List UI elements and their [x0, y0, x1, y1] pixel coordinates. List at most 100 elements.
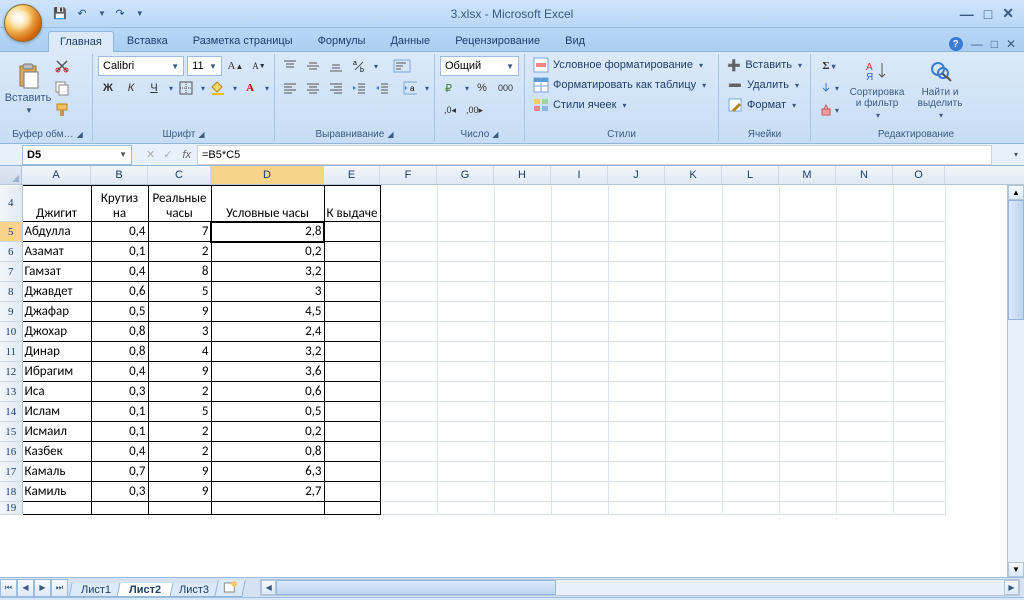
increase-decimal-icon[interactable]: ,0◂: [440, 100, 460, 120]
undo-icon[interactable]: ↶: [74, 6, 90, 22]
cell[interactable]: Исмаил: [22, 422, 91, 442]
cell[interactable]: [893, 262, 945, 282]
cell[interactable]: [779, 186, 836, 222]
cell[interactable]: [779, 462, 836, 482]
row-header[interactable]: 12: [0, 362, 22, 382]
cell[interactable]: [665, 462, 722, 482]
cell[interactable]: 0,3: [91, 382, 148, 402]
cell[interactable]: [836, 402, 893, 422]
cell[interactable]: 2: [148, 422, 211, 442]
cell[interactable]: [324, 382, 380, 402]
cell[interactable]: [211, 502, 324, 515]
cell[interactable]: Камаль: [22, 462, 91, 482]
cell[interactable]: Условные часы: [211, 186, 324, 222]
cell[interactable]: [722, 362, 779, 382]
cell[interactable]: [893, 422, 945, 442]
cell[interactable]: Джафар: [22, 302, 91, 322]
cell[interactable]: [494, 282, 551, 302]
cell[interactable]: [437, 382, 494, 402]
cell[interactable]: [380, 402, 437, 422]
cell[interactable]: [893, 402, 945, 422]
font-color-dropdown-icon[interactable]: ▾: [265, 84, 269, 93]
cell[interactable]: [437, 402, 494, 422]
borders-dropdown-icon[interactable]: ▾: [201, 84, 205, 93]
column-header-H[interactable]: H: [494, 166, 551, 184]
redo-icon[interactable]: ↷: [112, 6, 128, 22]
cell[interactable]: [836, 342, 893, 362]
cell[interactable]: [608, 482, 665, 502]
cell[interactable]: 0,4: [91, 442, 148, 462]
cell[interactable]: Джигит: [22, 186, 91, 222]
cell[interactable]: Иса: [22, 382, 91, 402]
cell[interactable]: [324, 482, 380, 502]
cell[interactable]: 0,3: [91, 482, 148, 502]
cell[interactable]: [437, 302, 494, 322]
tab-home[interactable]: Главная: [48, 31, 114, 52]
doc-restore-button[interactable]: □: [991, 37, 998, 51]
underline-button[interactable]: Ч: [144, 78, 164, 98]
cell[interactable]: 9: [148, 482, 211, 502]
undo-dropdown-icon[interactable]: ▼: [98, 9, 106, 18]
column-header-E[interactable]: E: [324, 166, 380, 184]
cell[interactable]: Крутиз на: [91, 186, 148, 222]
column-header-D[interactable]: D: [211, 166, 324, 184]
cell[interactable]: [380, 502, 437, 515]
find-select-button[interactable]: Найти и выделить▾: [912, 55, 968, 122]
cell[interactable]: 3,6: [211, 362, 324, 382]
cell[interactable]: [608, 362, 665, 382]
cell[interactable]: [494, 462, 551, 482]
cell[interactable]: [665, 402, 722, 422]
cell[interactable]: К выдаче: [324, 186, 380, 222]
row-header[interactable]: 19: [0, 502, 22, 515]
cell[interactable]: 0,4: [91, 262, 148, 282]
cell[interactable]: [380, 282, 437, 302]
cell[interactable]: [722, 322, 779, 342]
cell[interactable]: [779, 262, 836, 282]
select-all-button[interactable]: [0, 166, 22, 184]
cell[interactable]: [722, 222, 779, 242]
cell[interactable]: [551, 242, 608, 262]
cell[interactable]: [722, 442, 779, 462]
row-header[interactable]: 4: [0, 186, 22, 222]
cell[interactable]: [608, 442, 665, 462]
cell[interactable]: [893, 342, 945, 362]
cell[interactable]: [324, 242, 380, 262]
cell[interactable]: [380, 302, 437, 322]
cell[interactable]: [437, 322, 494, 342]
cell[interactable]: [494, 482, 551, 502]
cell[interactable]: [608, 402, 665, 422]
cell[interactable]: 3: [211, 282, 324, 302]
cell[interactable]: [665, 222, 722, 242]
cell[interactable]: 2: [148, 382, 211, 402]
cell[interactable]: Камиль: [22, 482, 91, 502]
cell[interactable]: [494, 242, 551, 262]
save-icon[interactable]: 💾: [52, 6, 68, 22]
font-family-combo[interactable]: Calibri▼: [98, 56, 184, 76]
cell[interactable]: 0,1: [91, 242, 148, 262]
cell[interactable]: 9: [148, 362, 211, 382]
cell[interactable]: [551, 262, 608, 282]
hscroll-thumb[interactable]: [276, 580, 556, 595]
cell[interactable]: [551, 462, 608, 482]
cell[interactable]: [722, 302, 779, 322]
column-header-I[interactable]: I: [551, 166, 608, 184]
cell[interactable]: [494, 382, 551, 402]
cell[interactable]: [836, 502, 893, 515]
minimize-button[interactable]: —: [960, 6, 974, 22]
cell[interactable]: [665, 382, 722, 402]
cell[interactable]: [324, 302, 380, 322]
decrease-decimal-icon[interactable]: ,00▸: [463, 100, 486, 120]
cell[interactable]: [494, 402, 551, 422]
cell[interactable]: Динар: [22, 342, 91, 362]
cell[interactable]: [380, 342, 437, 362]
cell[interactable]: [380, 186, 437, 222]
cell[interactable]: 0,2: [211, 242, 324, 262]
cell[interactable]: [722, 186, 779, 222]
cell[interactable]: [380, 222, 437, 242]
cell[interactable]: 8: [148, 262, 211, 282]
close-button[interactable]: ✕: [1002, 5, 1014, 22]
cell[interactable]: [437, 462, 494, 482]
cell[interactable]: [494, 302, 551, 322]
cell[interactable]: [836, 442, 893, 462]
cell[interactable]: 5: [148, 402, 211, 422]
